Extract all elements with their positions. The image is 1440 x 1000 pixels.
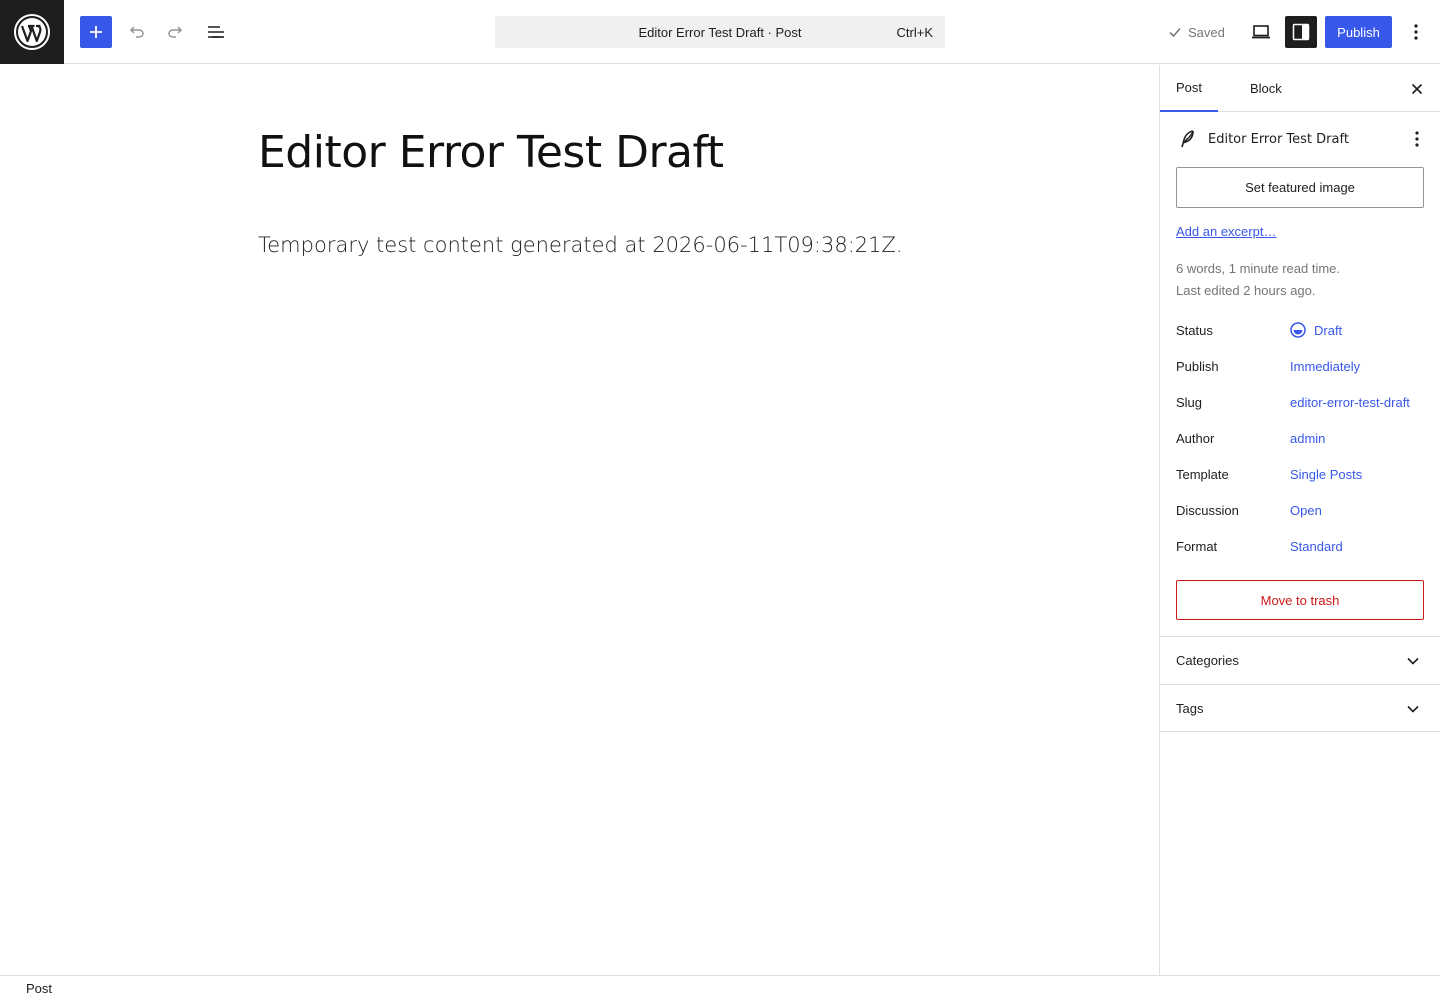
last-edited-text: Last edited 2 hours ago. [1176, 283, 1316, 298]
more-vertical-icon [1415, 131, 1419, 147]
chevron-down-icon [1401, 697, 1425, 721]
row-status: Status Draft [1176, 312, 1425, 348]
panel-label: Tags [1176, 700, 1204, 716]
row-publish: Publish Immediately [1176, 348, 1425, 384]
post-card: Editor Error Test Draft [1176, 127, 1425, 151]
move-to-trash-button[interactable]: Move to trash [1176, 580, 1424, 620]
row-template: Template Single Posts [1176, 456, 1425, 492]
saved-label: Saved [1188, 24, 1225, 40]
tab-post[interactable]: Post [1160, 65, 1219, 112]
redo-button[interactable] [160, 16, 192, 48]
command-bar-title: Editor Error Test Draft · Post [638, 24, 802, 40]
breadcrumb-post[interactable]: Post [26, 981, 52, 996]
categories-panel-toggle[interactable]: Categories [1160, 636, 1440, 684]
options-button[interactable] [1400, 16, 1432, 48]
more-vertical-icon [1414, 24, 1418, 40]
tab-block[interactable]: Block [1234, 65, 1298, 112]
block-breadcrumb-bar: Post [0, 975, 1440, 1000]
post-title[interactable]: Editor Error Test Draft [258, 127, 724, 178]
post-actions-button[interactable] [1405, 127, 1429, 151]
list-view-icon [208, 26, 224, 38]
row-label: Format [1176, 538, 1218, 554]
set-featured-image-button[interactable]: Set featured image [1176, 167, 1424, 208]
saved-indicator: Saved [1168, 16, 1225, 48]
plus-icon [90, 26, 102, 38]
chevron-down-icon [1401, 649, 1425, 673]
undo-icon [129, 26, 144, 38]
row-label: Status [1176, 322, 1213, 338]
redo-icon [168, 26, 183, 38]
command-palette-bar[interactable]: Editor Error Test Draft · Post Ctrl+K [495, 16, 945, 48]
post-name: Editor Error Test Draft [1208, 131, 1349, 147]
row-label: Discussion [1176, 502, 1239, 518]
row-label: Author [1176, 430, 1215, 446]
paragraph-block[interactable]: Temporary test content generated at 2026… [258, 233, 903, 257]
status-value: Draft [1314, 322, 1343, 338]
tags-panel-toggle[interactable]: Tags [1160, 684, 1440, 732]
post-feather-icon [1176, 127, 1200, 151]
sidebar-tabs: Post Block [1160, 65, 1440, 112]
add-excerpt-link[interactable]: Add an excerpt… [1176, 224, 1276, 239]
check-icon [1169, 28, 1181, 38]
post-summary-rows: Status Draft Publish Immediately Slug ed… [1176, 312, 1425, 564]
document-overview-button[interactable] [200, 16, 232, 48]
row-label: Publish [1176, 358, 1219, 374]
preview-button[interactable] [1245, 16, 1277, 48]
sidebar-toggle-icon [1292, 23, 1310, 41]
discussion-button[interactable]: Open [1290, 503, 1322, 518]
row-discussion: Discussion Open [1176, 492, 1425, 528]
row-label: Slug [1176, 394, 1203, 410]
row-slug: Slug editor-error-test-draft [1176, 384, 1425, 420]
panel-label: Categories [1176, 653, 1239, 668]
word-count-text: 6 words, 1 minute read time. [1176, 261, 1341, 276]
command-bar-shortcut: Ctrl+K [896, 25, 933, 40]
slug-button[interactable]: editor-error-test-draft [1290, 395, 1410, 410]
settings-button[interactable] [1285, 16, 1317, 48]
wordpress-logo-icon[interactable] [0, 0, 64, 64]
row-author: Author admin [1176, 420, 1425, 456]
publish-button[interactable]: Publish [1325, 16, 1392, 48]
row-label: Template [1176, 466, 1229, 482]
post-meta-info: 6 words, 1 minute read time. Last edited… [1176, 258, 1340, 302]
close-sidebar-button[interactable] [1401, 73, 1433, 105]
settings-sidebar: Post Block Editor Error Test Draft Set f… [1159, 65, 1440, 975]
editor-canvas: Editor Error Test Draft Temporary test c… [0, 65, 1159, 975]
row-format: Format Standard [1176, 528, 1425, 564]
editor-header: Editor Error Test Draft · Post Ctrl+K Sa… [0, 0, 1440, 64]
template-button[interactable]: Single Posts [1290, 467, 1362, 482]
desktop-icon [1252, 25, 1270, 39]
format-button[interactable]: Standard [1290, 539, 1343, 554]
undo-button[interactable] [120, 16, 152, 48]
close-icon [1411, 83, 1423, 95]
status-value-button[interactable]: Draft [1290, 322, 1342, 338]
publish-date-button[interactable]: Immediately [1290, 359, 1360, 374]
draft-status-icon [1290, 322, 1306, 338]
add-block-button[interactable] [80, 16, 112, 48]
author-button[interactable]: admin [1290, 431, 1325, 446]
